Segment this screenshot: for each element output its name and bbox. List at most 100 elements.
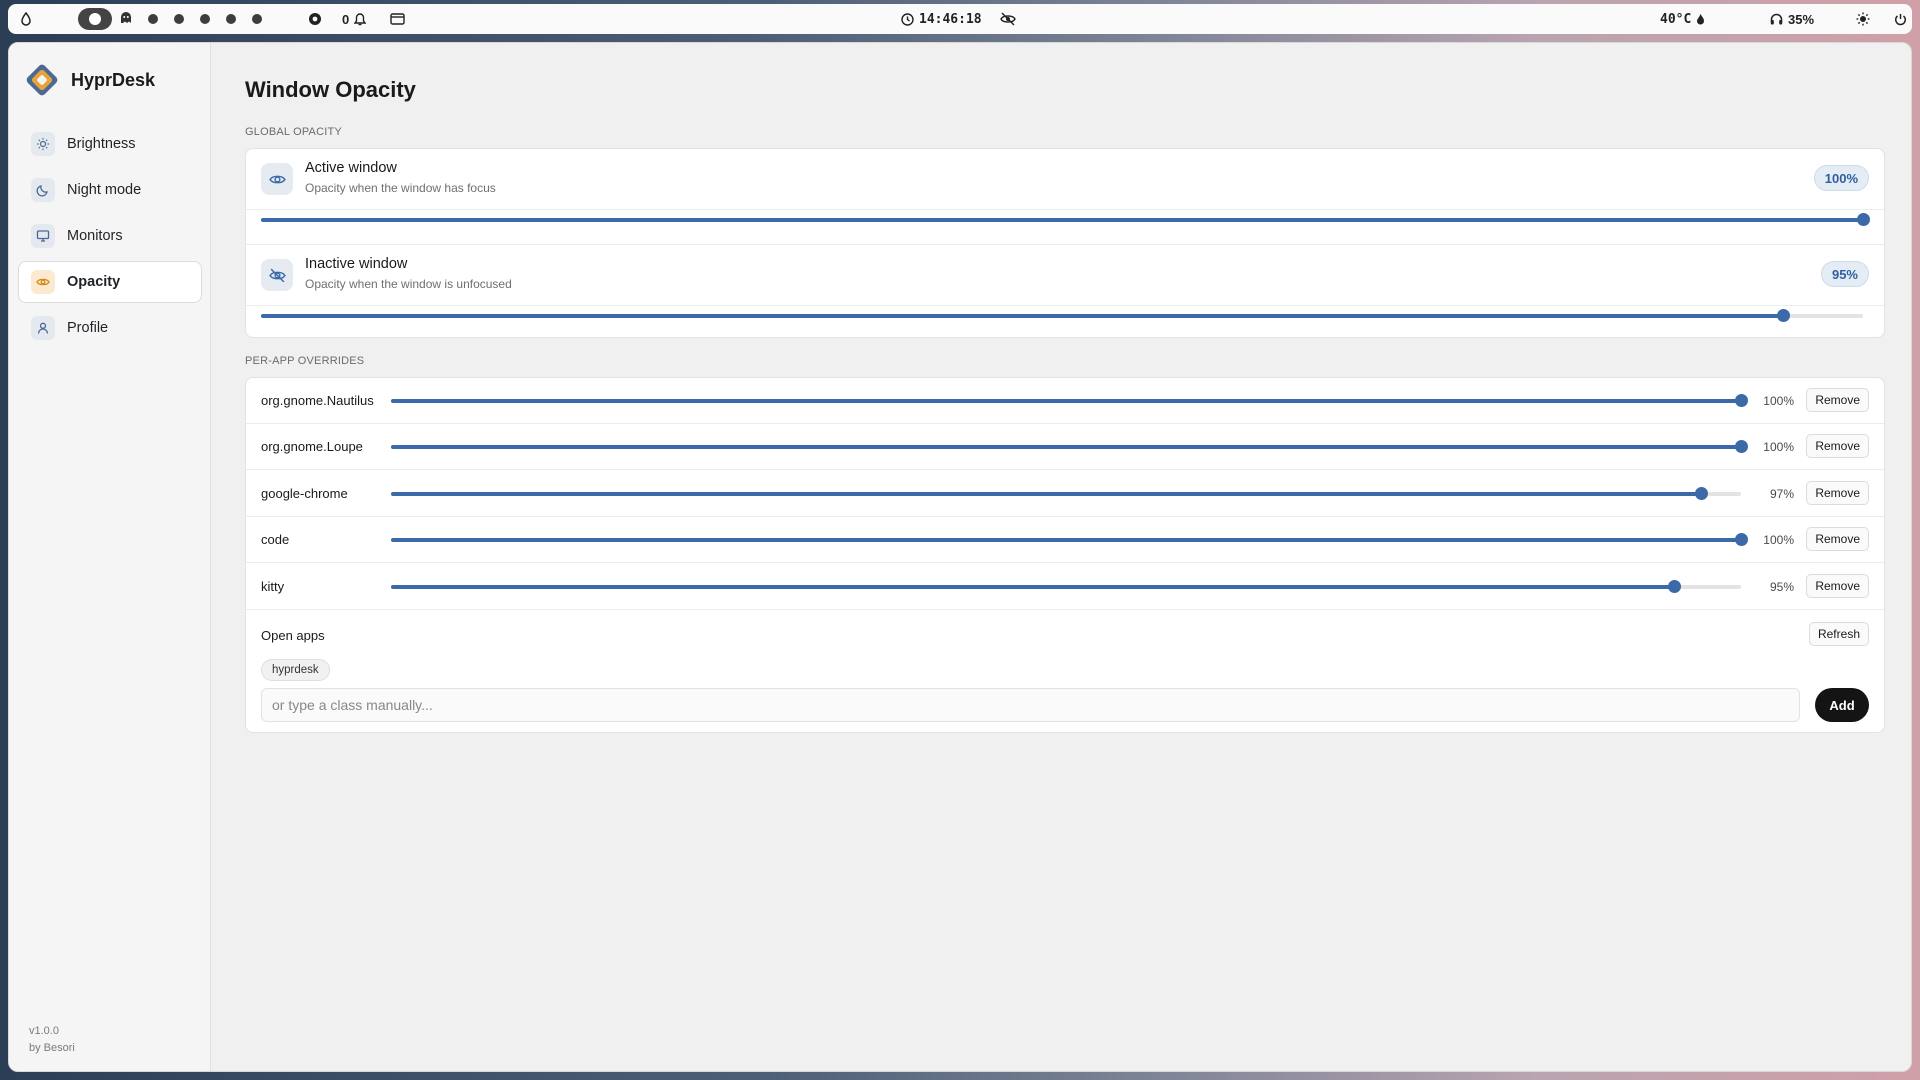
open-apps-label: Open apps	[261, 628, 325, 643]
slider-thumb[interactable]	[1735, 394, 1748, 407]
slider-fill	[261, 218, 1863, 222]
sidebar-nav: Brightness Night mode Monitors Opacity P…	[18, 123, 202, 353]
inactive-window-subtitle: Opacity when the window is unfocused	[305, 277, 512, 291]
app-class-name: org.gnome.Nautilus	[261, 393, 374, 408]
override-row: org.gnome.Nautilus 100% Remove	[246, 378, 1884, 424]
slider-fill	[391, 445, 1741, 449]
app-opacity-value: 100%	[1763, 533, 1794, 547]
power-icon[interactable]	[1894, 13, 1907, 26]
app-class-name: org.gnome.Loupe	[261, 439, 363, 454]
workspace-dot[interactable]	[252, 14, 262, 24]
sidebar: HyprDesk Brightness Night mode Monitors	[9, 43, 211, 1071]
sidebar-item-monitors[interactable]: Monitors	[18, 215, 202, 257]
sun-icon	[31, 132, 55, 156]
app-window: HyprDesk Brightness Night mode Monitors	[8, 42, 1912, 1072]
sidebar-item-label: Opacity	[67, 274, 121, 290]
workspace-dot[interactable]	[174, 14, 184, 24]
remove-button[interactable]: Remove	[1806, 388, 1869, 412]
remove-button[interactable]: Remove	[1806, 527, 1869, 551]
inactive-opacity-value: 95%	[1820, 261, 1869, 287]
app-opacity-slider[interactable]	[391, 486, 1741, 502]
eye-off-icon	[261, 259, 293, 291]
app-class-name: google-chrome	[261, 486, 348, 501]
global-opacity-card: Active window Opacity when the window ha…	[245, 148, 1885, 338]
top-bar: 0 14:46:18 40°C 35%	[8, 4, 1912, 34]
sidebar-item-label: Brightness	[67, 136, 136, 152]
remove-button[interactable]: Remove	[1806, 574, 1869, 598]
window-icon[interactable]	[390, 13, 405, 25]
remove-button[interactable]: Remove	[1806, 434, 1869, 458]
eye-off-icon[interactable]	[1000, 12, 1016, 26]
notification-count: 0	[342, 11, 350, 27]
slider-fill	[391, 492, 1701, 496]
remove-button[interactable]: Remove	[1806, 481, 1869, 505]
app-opacity-slider[interactable]	[391, 439, 1748, 455]
app-opacity-value: 100%	[1763, 440, 1794, 454]
active-opacity-slider[interactable]	[261, 212, 1870, 228]
divider	[246, 609, 1884, 610]
slider-thumb[interactable]	[1857, 213, 1870, 226]
brand: HyprDesk	[25, 63, 155, 97]
add-button[interactable]: Add	[1815, 688, 1869, 722]
override-row: kitty 95% Remove	[246, 564, 1884, 610]
headphones-icon	[1770, 13, 1783, 25]
workspace-dot[interactable]	[148, 14, 158, 24]
per-app-overrides-label: Per-app overrides	[245, 355, 365, 367]
slider-thumb[interactable]	[1694, 487, 1708, 500]
sidebar-footer: v1.0.0 by Besori	[29, 1023, 75, 1057]
temperature[interactable]: 40°C	[1660, 12, 1705, 27]
slider-thumb[interactable]	[1735, 533, 1748, 546]
volume-value: 35%	[1788, 11, 1815, 27]
slider-thumb[interactable]	[1735, 440, 1748, 453]
override-row: google-chrome 97% Remove	[246, 471, 1884, 517]
sidebar-item-profile[interactable]: Profile	[18, 307, 202, 349]
page-title: Window Opacity	[245, 77, 416, 102]
app-class-name: kitty	[261, 579, 285, 594]
volume[interactable]: 35%	[1770, 12, 1814, 27]
workspace-active[interactable]	[78, 8, 112, 30]
tray-app-icon[interactable]	[308, 12, 322, 26]
monitor-icon	[31, 224, 55, 248]
open-app-chip[interactable]: hyprdesk	[261, 659, 330, 681]
override-row: code 100% Remove	[246, 517, 1884, 563]
app-opacity-slider[interactable]	[391, 393, 1748, 409]
class-input[interactable]	[261, 688, 1800, 722]
sidebar-item-opacity[interactable]: Opacity	[18, 261, 202, 303]
drop-icon[interactable]	[20, 12, 32, 26]
user-icon	[31, 316, 55, 340]
temperature-value: 40°C	[1660, 11, 1692, 27]
divider	[246, 209, 1884, 210]
notifications[interactable]: 0	[342, 11, 367, 27]
clock-time: 14:46:18	[919, 11, 982, 27]
per-app-overrides-card: org.gnome.Nautilus 100% Remove org.gnome…	[245, 377, 1885, 733]
moon-icon	[31, 178, 55, 202]
active-window-subtitle: Opacity when the window has focus	[305, 181, 496, 195]
slider-thumb[interactable]	[1667, 580, 1681, 593]
slider-fill	[391, 585, 1674, 589]
app-version: v1.0.0	[29, 1025, 59, 1037]
ghost-icon[interactable]	[120, 12, 132, 24]
active-window-title: Active window	[305, 160, 397, 176]
slider-thumb[interactable]	[1776, 309, 1790, 322]
workspace-dot[interactable]	[200, 14, 210, 24]
divider	[246, 469, 1884, 470]
inactive-window-row: Inactive window Opacity when the window …	[246, 244, 1884, 339]
eye-icon	[31, 270, 55, 294]
sidebar-item-night-mode[interactable]: Night mode	[18, 169, 202, 211]
slider-fill	[391, 399, 1741, 403]
brightness-icon[interactable]	[1856, 12, 1870, 26]
workspace-dot[interactable]	[226, 14, 236, 24]
inactive-opacity-slider[interactable]	[261, 308, 1863, 324]
sidebar-item-label: Profile	[67, 320, 109, 336]
sidebar-item-label: Monitors	[67, 228, 123, 244]
hyprdesk-logo-icon	[26, 64, 58, 96]
sidebar-item-brightness[interactable]: Brightness	[18, 123, 202, 165]
active-opacity-value: 100%	[1813, 165, 1869, 191]
app-opacity-slider[interactable]	[391, 579, 1741, 595]
override-row: org.gnome.Loupe 100% Remove	[246, 424, 1884, 470]
refresh-button[interactable]: Refresh	[1808, 622, 1869, 646]
app-opacity-slider[interactable]	[391, 532, 1748, 548]
app-opacity-value: 95%	[1769, 580, 1794, 594]
clock[interactable]: 14:46:18	[901, 12, 982, 27]
active-window-row: Active window Opacity when the window ha…	[246, 149, 1884, 244]
